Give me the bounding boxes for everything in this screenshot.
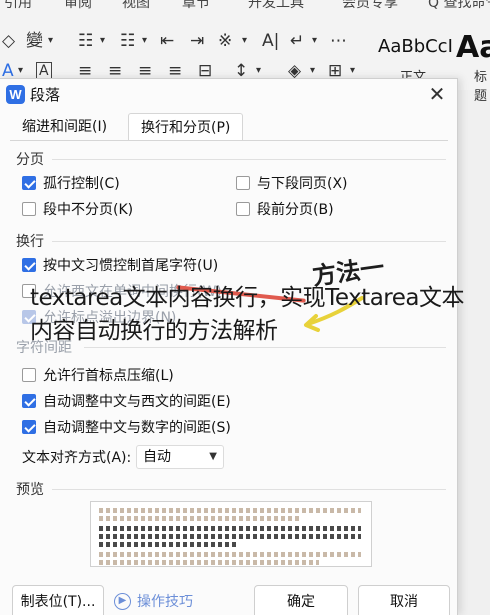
ribbon: 引用 审阅 视图 章节 开发工具 会员专享 Q 查找命令 ◇ 變 ▾ ☷ ▾ ☷… [0,0,490,104]
style-sample-normal[interactable]: AaBbCcI [378,36,453,57]
checkbox-label: 自动调整中文与西文的间距(E) [43,394,231,410]
divider [52,489,446,490]
preview-line [99,526,361,531]
tab-indent-spacing[interactable]: 缩进和间距(I) [10,113,119,141]
text-direction-icon[interactable]: A| [262,28,279,54]
article-caption: textarea文本内容换行，实现Textarea文本内容自动换行的方法解析 [30,285,465,344]
checkbox-label: 与下段同页(X) [257,176,348,192]
divider [52,159,446,160]
checkbox-box[interactable] [22,202,36,216]
pinyin-icon[interactable]: 變 [26,28,43,54]
widow-control-checkbox[interactable]: 孤行控制(C) [22,173,120,193]
menu-review[interactable]: 审阅 [64,0,92,12]
checkbox-box[interactable] [22,258,36,272]
play-circle-icon: ▶ [114,592,131,610]
east-asian-rules-checkbox[interactable]: 按中文习惯控制首尾字符(U) [22,255,218,275]
tab-line-page-breaks[interactable]: 换行和分页(P) [128,113,244,141]
preview-line [99,552,361,557]
chevron-down-icon[interactable]: ▾ [100,28,105,54]
checkbox-label: 自动调整中文与数字的间距(S) [43,420,231,436]
checkbox-label: 孤行控制(C) [43,176,120,192]
toolbar-row-1: ◇ 變 ▾ ☷ ▾ ☷ ▾ ⇤ ⇥ ※ ▾ A| ↵ ▾ ⋯ [0,28,380,54]
increase-indent-icon[interactable]: ⇥ [190,28,204,54]
checkbox-label: 按中文习惯控制首尾字符(U) [43,258,219,274]
preview-title: 预览 [16,482,44,498]
tips-label: 操作技巧 [137,594,193,610]
menu-section[interactable]: 章节 [182,0,210,12]
menu-view[interactable]: 视图 [122,0,150,12]
checkbox-label: 允许行首标点压缩(L) [43,368,174,384]
text-alignment-select[interactable]: 自动 ▼ [136,445,224,469]
preview-line [99,508,361,513]
line-break-title: 换行 [16,234,44,250]
preview-line [99,516,299,521]
preview-line [99,560,319,565]
style-label-heading: 标题 [474,70,488,104]
tab-divider [10,140,448,141]
preview-line [99,542,239,547]
auto-space-western-checkbox[interactable]: 自动调整中文与西文的间距(E) [22,391,231,411]
dialog-title-bar[interactable]: W 段落 ✕ [0,79,457,109]
page-break-before-checkbox[interactable]: 段前分页(B) [236,199,334,219]
line-break-icon[interactable]: ↵ [290,28,304,54]
menu-references[interactable]: 引用 [4,0,32,12]
chevron-down-icon[interactable]: ▾ [142,28,147,54]
checkbox-box[interactable] [22,420,36,434]
checkbox-box[interactable] [236,176,250,190]
checkbox-box[interactable] [22,368,36,382]
ok-button[interactable]: 确定 [254,585,348,615]
preview-line [99,534,361,539]
divider [52,241,446,242]
chevron-down-icon[interactable]: ▾ [48,28,53,54]
tab-stops-button[interactable]: 制表位(T)... [12,585,104,615]
close-button[interactable]: ✕ [424,81,450,107]
paragraph-preview [90,501,372,567]
clear-format-icon[interactable]: ◇ [2,28,15,54]
keep-lines-together-checkbox[interactable]: 段中不分页(K) [22,199,133,219]
text-alignment-label: 文本对齐方式(A): [22,450,132,466]
bullet-list-icon[interactable]: ☷ [78,28,93,54]
cancel-button[interactable]: 取消 [358,585,450,615]
checkbox-label: 段中不分页(K) [43,202,134,218]
decrease-indent-icon[interactable]: ⇤ [160,28,174,54]
checkbox-label: 段前分页(B) [257,202,334,218]
checkbox-box[interactable] [236,202,250,216]
checkbox-box[interactable] [22,394,36,408]
dialog-title: 段落 [30,86,61,104]
chevron-down-icon[interactable]: ▾ [242,28,247,54]
pagination-title: 分页 [16,152,44,168]
numbered-list-icon[interactable]: ☷ [120,28,135,54]
chinese-layout-icon[interactable]: ※ [218,28,232,54]
search-command[interactable]: Q 查找命令 [428,0,490,12]
wps-logo-icon: W [6,85,25,104]
select-value: 自动 [143,449,171,465]
chevron-down-icon[interactable]: ▾ [312,28,317,54]
table-icon[interactable]: ⋯ [330,28,347,54]
tips-link[interactable]: ▶ 操作技巧 [114,591,193,611]
compress-punctuation-checkbox[interactable]: 允许行首标点压缩(L) [22,365,174,385]
checkbox-box[interactable] [22,176,36,190]
caret-down-icon: ▼ [209,451,217,462]
auto-space-number-checkbox[interactable]: 自动调整中文与数字的间距(S) [22,417,231,437]
menu-developer[interactable]: 开发工具 [248,0,304,12]
menu-bar: 引用 审阅 视图 章节 开发工具 会员专享 Q 查找命令 [0,0,490,12]
style-sample-heading[interactable]: Aa [456,30,490,65]
keep-with-next-checkbox[interactable]: 与下段同页(X) [236,173,348,193]
menu-member[interactable]: 会员专享 [342,0,398,12]
